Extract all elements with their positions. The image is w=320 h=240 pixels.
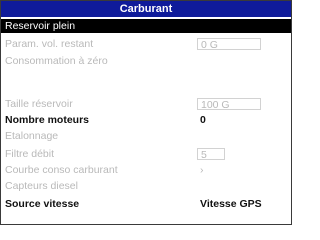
menu-item-courbe-conso: Courbe conso carburant ›: [1, 163, 291, 177]
menu-item-reservoir-plein[interactable]: Reservoir plein: [1, 19, 291, 33]
speed-source-value: Vitesse GPS: [200, 198, 262, 210]
menu-item-consommation-zero: Consommation à zéro: [1, 54, 291, 68]
menu-item-label: Consommation à zéro: [5, 55, 108, 67]
fuel-settings-window: Carburant Reservoir plein Param. vol. re…: [0, 0, 292, 225]
menu-item-label: Capteurs diesel: [5, 180, 78, 192]
menu-item-etalonnage: Etalonnage: [1, 129, 291, 143]
menu-item-label: Reservoir plein: [5, 20, 76, 32]
menu-item-label: Etalonnage: [5, 130, 59, 142]
chevron-right-icon: ›: [200, 164, 204, 176]
flow-filter-field: 5: [197, 148, 225, 161]
menu-item-taille-reservoir: Taille réservoir 100 G: [1, 97, 291, 111]
menu-item-capteurs-diesel: Capteurs diesel: [1, 179, 291, 193]
menu-item-label: Courbe conso carburant: [5, 164, 118, 176]
menu-item-source-vitesse[interactable]: Source vitesse Vitesse GPS: [1, 197, 291, 211]
menu-item-label: Param. vol. restant: [5, 38, 94, 50]
menu-item-label: Nombre moteurs: [5, 114, 90, 126]
menu-item-param-vol-restant: Param. vol. restant 0 G: [1, 37, 291, 51]
menu-item-label: Filtre débit: [5, 148, 55, 160]
tank-size-field: 100 G: [197, 98, 261, 111]
menu-item-nombre-moteurs[interactable]: Nombre moteurs 0: [1, 113, 291, 127]
window-title: Carburant: [1, 1, 291, 17]
remaining-volume-field: 0 G: [197, 38, 261, 51]
menu-item-filtre-debit: Filtre débit 5: [1, 147, 291, 161]
engine-count-value: 0: [200, 114, 206, 126]
menu-item-label: Source vitesse: [5, 198, 80, 210]
menu-item-label: Taille réservoir: [5, 98, 73, 110]
